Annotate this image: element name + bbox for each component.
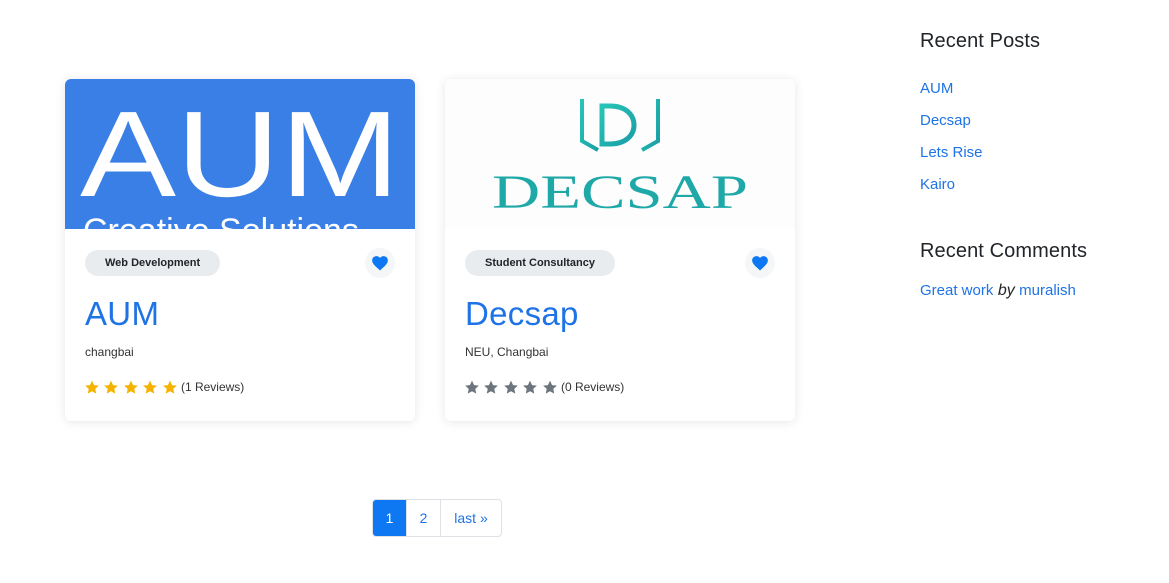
- star-filled-icon: [143, 380, 158, 394]
- star-rating: [84, 379, 181, 395]
- star-rating: [464, 379, 561, 395]
- recent-post-link[interactable]: AUM: [920, 73, 1150, 105]
- recent-posts-list: AUM Decsap Lets Rise Kairo: [920, 73, 1150, 201]
- recent-post-link[interactable]: Lets Rise: [920, 137, 1150, 169]
- reviews-count: (0 Reviews): [560, 380, 625, 394]
- listing-image[interactable]: AUM Creative Solutions: [65, 79, 415, 229]
- listing-location: NEU, Changbai: [465, 345, 549, 359]
- listing-image[interactable]: DECSAP: [445, 79, 795, 229]
- star-filled-icon: [104, 380, 119, 394]
- comment-author-link[interactable]: muralish: [1019, 282, 1076, 299]
- category-badge[interactable]: Student Consultancy: [465, 250, 616, 276]
- recent-post-link[interactable]: Kairo: [920, 169, 1150, 201]
- heart-icon: [372, 255, 388, 270]
- reviews-count: (1 Reviews): [180, 380, 245, 394]
- aum-logo-text: AUM: [80, 86, 400, 222]
- listing-location: changbai: [85, 345, 134, 359]
- recent-posts-title: Recent Posts: [920, 30, 1041, 52]
- aum-logo: AUM Creative Solutions: [80, 86, 400, 229]
- pagination: 1 2 last »: [372, 499, 502, 537]
- star-empty-icon: [523, 380, 538, 394]
- aum-tagline-text: Creative Solutions: [83, 212, 359, 229]
- book-d-icon: [580, 99, 660, 152]
- recent-comment: Great work by muralish: [920, 282, 1150, 300]
- favorite-button[interactable]: [745, 248, 775, 278]
- last-page-button[interactable]: last »: [440, 500, 501, 536]
- star-filled-icon: [85, 380, 99, 394]
- listing-card: AUM Creative Solutions Web Development A…: [65, 79, 415, 421]
- star-empty-icon: [503, 380, 518, 394]
- favorite-button[interactable]: [365, 248, 395, 278]
- star-empty-icon: [484, 380, 499, 394]
- decsap-logo: DECSAP: [492, 99, 748, 219]
- listing-card: DECSAP Student Consultancy Decsap NEU, C…: [445, 79, 795, 421]
- comment-link[interactable]: Great work: [920, 282, 993, 299]
- recent-comments-title: Recent Comments: [920, 240, 1088, 262]
- page-1-button[interactable]: 1: [373, 500, 406, 536]
- star-filled-icon: [123, 380, 138, 394]
- star-empty-icon: [542, 380, 557, 394]
- category-badge[interactable]: Web Development: [85, 250, 221, 276]
- recent-post-link[interactable]: Decsap: [920, 105, 1150, 137]
- page-2-button[interactable]: 2: [406, 500, 440, 536]
- sidebar: Recent Posts AUM Decsap Lets Rise Kairo …: [920, 30, 1150, 300]
- comment-by-label: by: [997, 282, 1015, 299]
- listing-title[interactable]: Decsap: [465, 295, 579, 333]
- star-empty-icon: [465, 380, 479, 394]
- heart-icon: [752, 255, 768, 270]
- rating: (1 Reviews): [84, 379, 244, 395]
- decsap-logo-text: DECSAP: [492, 166, 748, 219]
- rating: (0 Reviews): [464, 379, 624, 395]
- star-filled-icon: [162, 380, 177, 394]
- listing-title[interactable]: AUM: [85, 295, 159, 333]
